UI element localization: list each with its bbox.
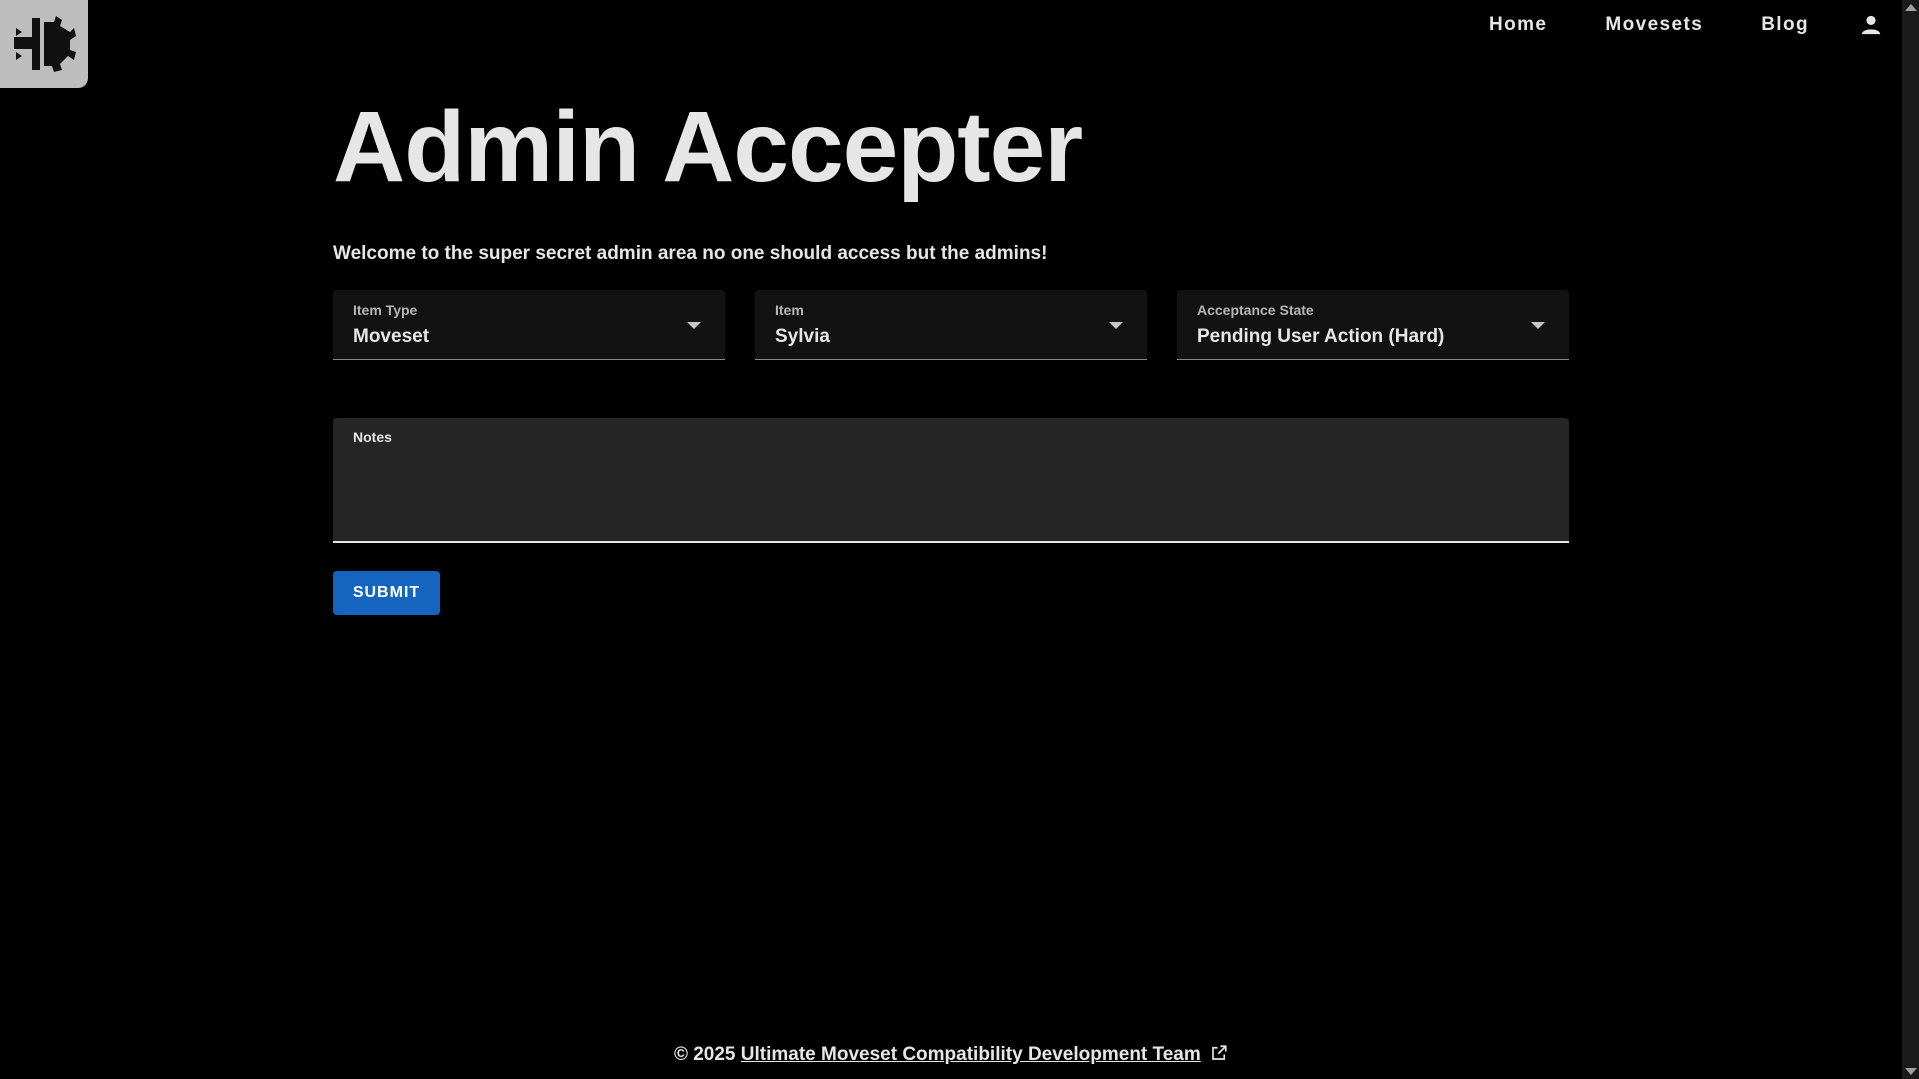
dropdown-arrow-icon (1531, 322, 1545, 329)
user-account-button[interactable] (1859, 13, 1883, 37)
page: Home Movesets Blog Admin Accepter Welcom… (0, 0, 1919, 1079)
footer-copyright: © 2025 (673, 1044, 736, 1065)
acceptance-state-select[interactable]: Acceptance State Pending User Action (Ha… (1177, 290, 1569, 360)
footer-team-link[interactable]: Ultimate Moveset Compatibility Developme… (741, 1044, 1201, 1065)
item-select[interactable]: Item Sylvia (755, 290, 1147, 360)
top-nav: Home Movesets Blog (1431, 0, 1883, 50)
welcome-text: Welcome to the super secret admin area n… (333, 243, 1048, 264)
item-type-select[interactable]: Item Type Moveset (333, 290, 725, 360)
page-title: Admin Accepter (333, 91, 1083, 203)
item-value: Sylvia (775, 326, 830, 347)
notes-label: Notes (353, 429, 392, 445)
site-logo[interactable] (0, 0, 88, 88)
scroll-down-arrow-icon[interactable] (1905, 1068, 1917, 1075)
item-label: Item (775, 302, 804, 318)
item-type-value: Moveset (353, 326, 430, 347)
nav-home-link[interactable]: Home (1489, 14, 1547, 36)
site-logo-icon (14, 16, 76, 72)
person-icon (1861, 15, 1881, 35)
item-type-label: Item Type (353, 302, 418, 318)
nav-movesets-link[interactable]: Movesets (1605, 14, 1703, 36)
footer: © 2025 Ultimate Moveset Compatibility De… (0, 1044, 1902, 1068)
scroll-up-arrow-icon[interactable] (1905, 4, 1917, 11)
dropdown-arrow-icon (1109, 322, 1123, 329)
notes-textarea[interactable]: Notes (333, 418, 1569, 543)
acceptance-state-value: Pending User Action (Hard) (1197, 326, 1445, 347)
submit-button[interactable]: SUBMIT (333, 571, 440, 615)
vertical-scrollbar[interactable] (1902, 0, 1919, 1079)
open-in-new-icon[interactable] (1210, 1044, 1228, 1068)
acceptance-state-label: Acceptance State (1197, 302, 1314, 318)
dropdown-arrow-icon (687, 322, 701, 329)
nav-blog-link[interactable]: Blog (1761, 14, 1809, 36)
